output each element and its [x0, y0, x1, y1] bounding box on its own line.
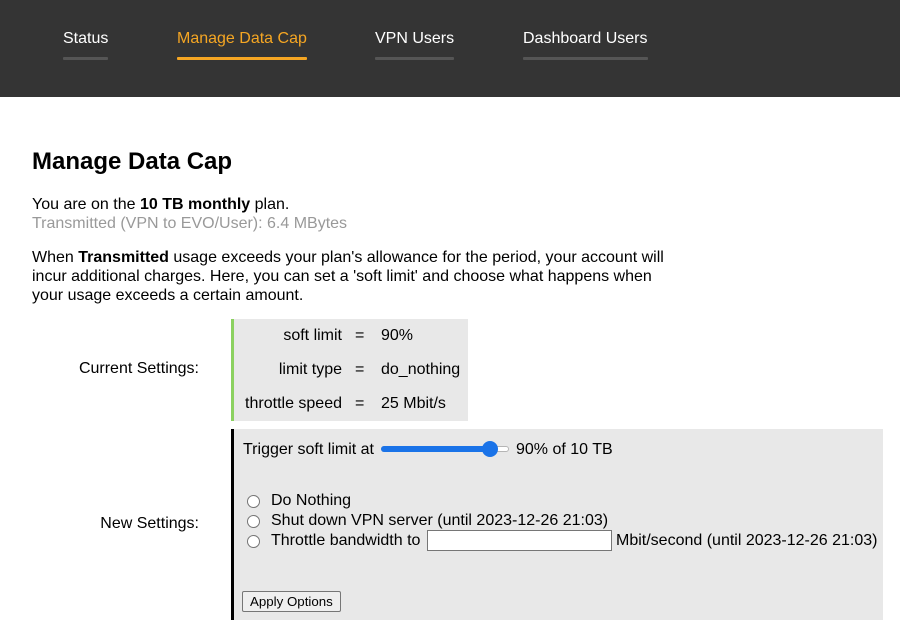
description: When Transmitted usage exceeds your plan… — [32, 248, 682, 305]
desc-prefix: When — [32, 249, 79, 266]
new-settings-label: New Settings: — [100, 515, 199, 532]
desc-bold: Transmitted — [78, 249, 169, 266]
transmitted-usage: Transmitted (VPN to EVO/User): 6.4 MByte… — [32, 215, 348, 232]
slider-value: 90% of 10 TB — [516, 441, 613, 458]
current-settings-panel: soft limit = 90% limit type = do_nothing… — [231, 319, 468, 421]
plan-name: 10 TB monthly — [139, 196, 251, 213]
tab-label: Manage Data Cap — [177, 30, 307, 47]
new-settings-panel: Trigger soft limit at 90% of 10 TB Do No… — [231, 429, 883, 620]
plan-info: You are on the 10 TB monthly plan. — [32, 196, 289, 214]
setting-value: do_nothing — [381, 361, 461, 378]
tab-label: VPN Users — [375, 30, 455, 47]
tab-label: Dashboard Users — [523, 30, 648, 47]
setting-key: throttle speed — [245, 395, 342, 412]
radio-button[interactable] — [247, 535, 260, 548]
option-label: Do Nothing — [271, 492, 352, 509]
trigger-label: Trigger soft limit at — [243, 441, 374, 458]
tab-status[interactable]: Status — [63, 30, 109, 60]
setting-eq: = — [355, 361, 365, 378]
tab-underline — [523, 57, 648, 60]
setting-key: soft limit — [283, 327, 342, 344]
tab-underline — [177, 57, 307, 60]
plan-suffix: plan. — [250, 196, 290, 213]
setting-row-limit-type: limit type = do_nothing — [234, 353, 468, 387]
setting-eq: = — [355, 327, 365, 344]
tab-manage-data-cap[interactable]: Manage Data Cap — [177, 30, 307, 60]
setting-key: limit type — [278, 361, 342, 378]
option-label: Throttle bandwidth to — [271, 532, 421, 549]
top-nav-bar: Status Manage Data Cap VPN Users Dashboa… — [0, 0, 900, 97]
setting-row-throttle-speed: throttle speed = 25 Mbit/s — [234, 387, 468, 421]
setting-value: 25 Mbit/s — [381, 395, 446, 412]
bandwidth-unit: Mbit/second (until 2023-12-26 21:03) — [616, 532, 878, 549]
setting-row-soft-limit: soft limit = 90% — [234, 319, 468, 353]
slider-thumb[interactable] — [481, 441, 498, 457]
tab-vpn-users[interactable]: VPN Users — [375, 30, 455, 60]
soft-limit-slider[interactable] — [381, 441, 509, 457]
setting-value: 90% — [381, 327, 414, 344]
tab-underline — [63, 57, 109, 60]
apply-options-button[interactable]: Apply Options — [242, 591, 341, 612]
radio-button[interactable] — [247, 495, 260, 508]
page-title: Manage Data Cap — [32, 148, 233, 175]
bandwidth-input[interactable] — [427, 530, 612, 551]
slider-fill — [381, 446, 490, 452]
radio-button[interactable] — [247, 515, 260, 528]
setting-eq: = — [355, 395, 365, 412]
option-label: Shut down VPN server (until 2023-12-26 2… — [271, 512, 609, 529]
tab-dashboard-users[interactable]: Dashboard Users — [523, 30, 648, 60]
current-settings-label: Current Settings: — [78, 360, 199, 377]
tab-underline — [375, 57, 455, 60]
tab-label: Status — [63, 30, 109, 47]
plan-prefix: You are on the — [32, 196, 140, 213]
